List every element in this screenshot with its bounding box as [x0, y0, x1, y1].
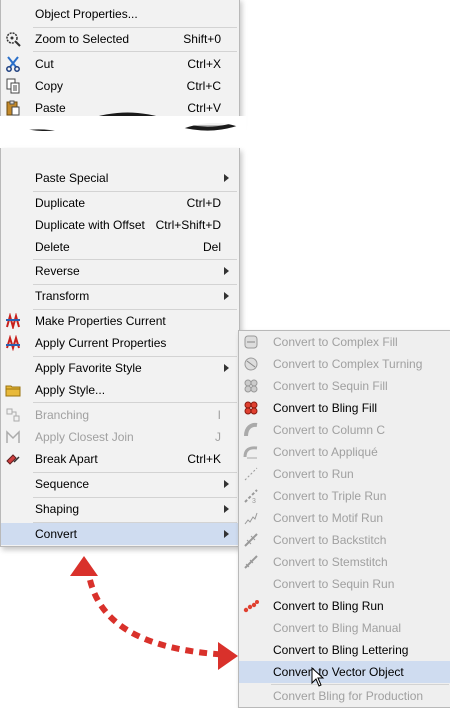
annotation-arrows — [70, 556, 238, 670]
annotation-arrowhead-right — [218, 642, 238, 670]
annotation-arrow-curve — [87, 579, 231, 658]
annotation-arrowhead-up — [70, 556, 98, 576]
